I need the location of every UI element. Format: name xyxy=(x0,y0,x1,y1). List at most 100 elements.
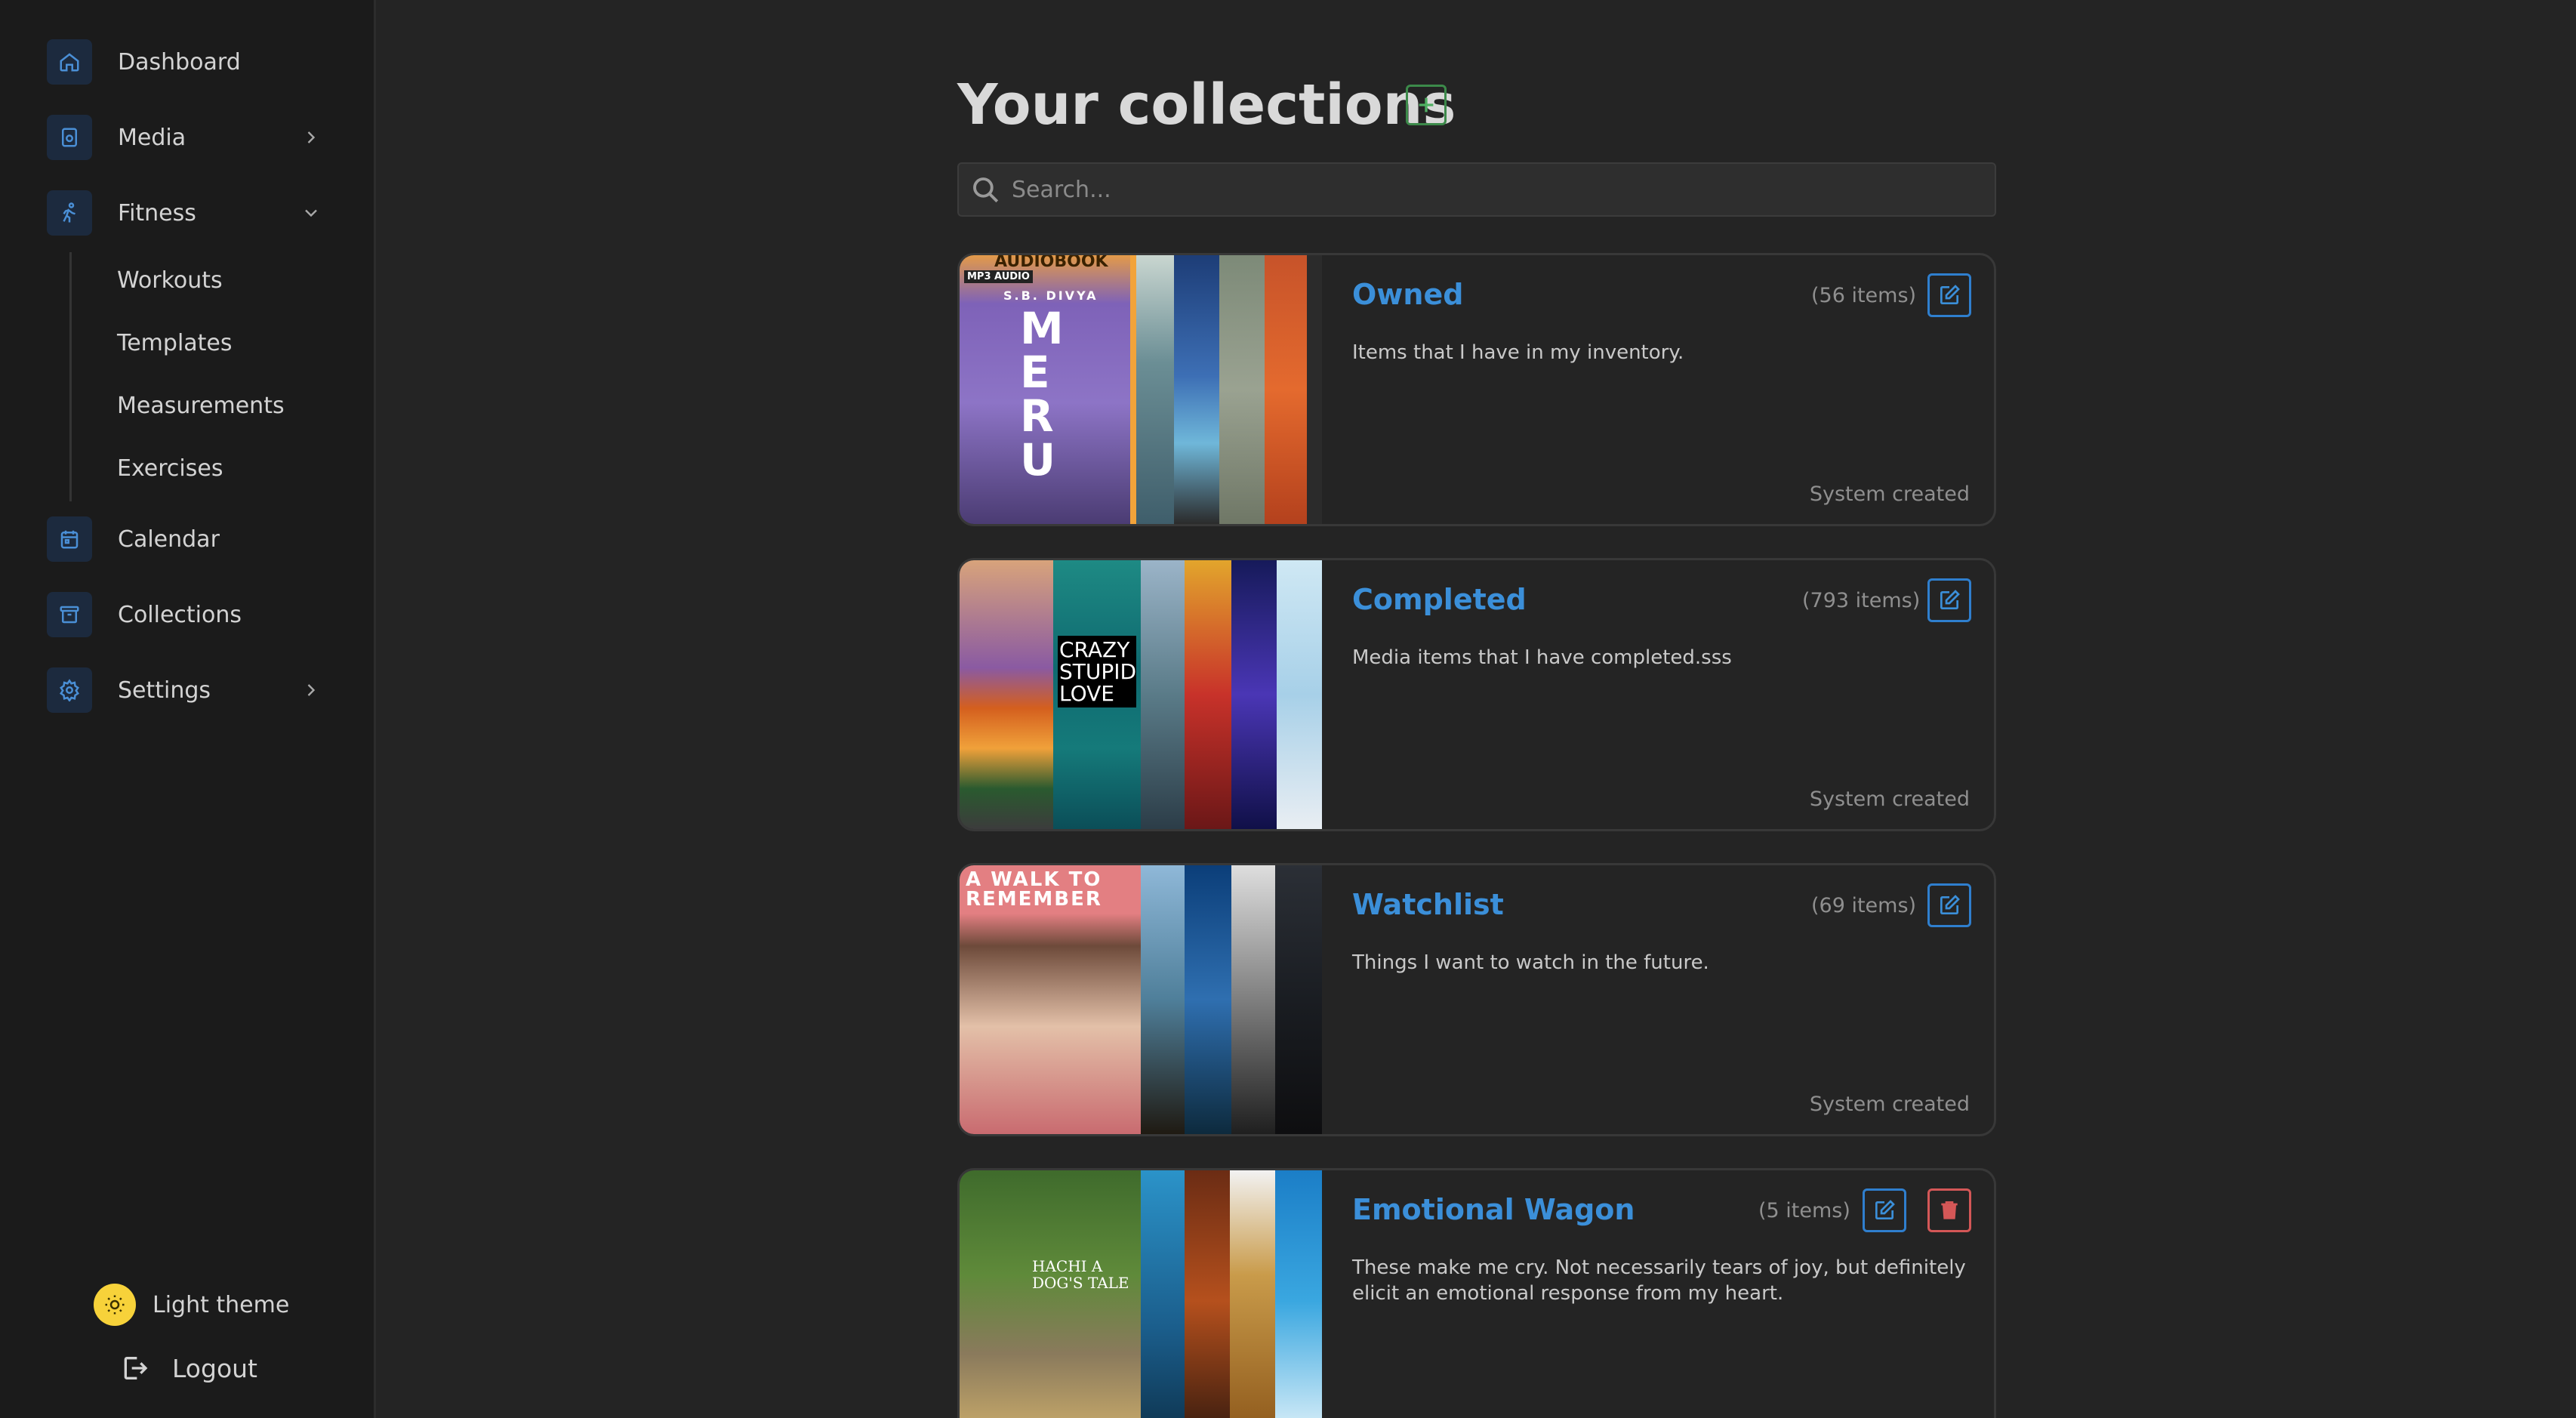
sidebar-item-collections[interactable]: Collections xyxy=(47,590,329,639)
logout-icon xyxy=(124,1357,148,1379)
poster-image xyxy=(1230,1170,1275,1418)
poster-image xyxy=(1185,865,1231,1134)
collection-count: (69 items) xyxy=(1811,894,1917,917)
sidebar-item-label: Settings xyxy=(118,677,211,704)
poster-image: A WALK TO REMEMBER xyxy=(960,865,1141,1134)
collection-footer: System created xyxy=(1809,788,1970,811)
chevron-down-icon xyxy=(305,209,317,217)
sidebar-item-label: Dashboard xyxy=(118,48,241,76)
collection-posters: AUDIOBOOK MP3 AUDIO S.B. DIVYA MERU xyxy=(960,255,1322,524)
search-input[interactable] xyxy=(1012,176,1995,203)
poster-title: HACHI A DOG'S TALE xyxy=(1032,1257,1129,1292)
edit-collection-button[interactable] xyxy=(1927,883,1971,927)
collection-description: These make me cry. Not necessarily tears… xyxy=(1352,1256,1966,1305)
logout-button[interactable]: Logout xyxy=(119,1353,257,1383)
edit-icon xyxy=(1940,895,1960,914)
poster-image xyxy=(1275,1170,1322,1418)
collection-description: Media items that I have completed.sss xyxy=(1352,646,1732,669)
sidebar-item-dashboard[interactable]: Dashboard xyxy=(47,38,329,86)
poster-image: HACHI A DOG'S TALE xyxy=(960,1170,1141,1418)
media-icon xyxy=(47,115,92,160)
sidebar-item-media[interactable]: Media xyxy=(47,113,329,162)
poster-image xyxy=(1307,255,1322,524)
sidebar-item-label: Collections xyxy=(118,601,242,628)
collection-count: (5 items) xyxy=(1758,1199,1850,1222)
poster-caption: S.B. DIVYA xyxy=(1003,288,1098,303)
subnav-divider xyxy=(69,252,72,501)
collection-card-emotional-wagon: HACHI A DOG'S TALE Emotional Wagon (5 it… xyxy=(957,1168,1996,1418)
sidebar-item-label: Fitness xyxy=(118,199,196,227)
sidebar-subitem-workouts[interactable]: Workouts xyxy=(117,267,223,294)
edit-icon xyxy=(1940,285,1960,304)
collection-name[interactable]: Emotional Wagon xyxy=(1352,1193,1635,1226)
collection-name[interactable]: Completed xyxy=(1352,583,1527,616)
poster-image xyxy=(1141,1170,1185,1418)
poster-image xyxy=(1231,560,1277,829)
gear-icon xyxy=(47,667,92,713)
sidebar-subitem-templates[interactable]: Templates xyxy=(117,330,233,356)
collection-description: Things I want to watch in the future. xyxy=(1352,951,1709,974)
poster-image xyxy=(1136,255,1174,524)
collection-name[interactable]: Owned xyxy=(1352,278,1463,311)
poster-image xyxy=(1185,1170,1230,1418)
sidebar-item-calendar[interactable]: Calendar xyxy=(47,515,329,563)
sidebar-item-label: Media xyxy=(118,124,186,151)
chevron-right-icon xyxy=(307,131,316,143)
theme-toggle[interactable]: Light theme xyxy=(94,1284,289,1326)
poster-image xyxy=(1277,560,1322,829)
poster-image xyxy=(1141,560,1185,829)
edit-collection-button[interactable] xyxy=(1927,273,1971,317)
poster-caption: AUDIOBOOK xyxy=(994,255,1108,271)
poster-image: CRAZY STUPID LOVE xyxy=(1053,560,1141,829)
collection-card-completed: CRAZY STUPID LOVE Completed (793 items) … xyxy=(957,558,1996,831)
sidebar-subitem-exercises[interactable]: Exercises xyxy=(117,455,223,482)
collection-posters: HACHI A DOG'S TALE xyxy=(960,1170,1322,1418)
logout-label: Logout xyxy=(172,1353,257,1383)
poster-title: CRAZY STUPID LOVE xyxy=(1058,636,1137,707)
sidebar: Dashboard Media Fitness Workouts Templat… xyxy=(0,0,376,1418)
poster-title: MERU xyxy=(1020,303,1064,486)
sidebar-subitem-measurements[interactable]: Measurements xyxy=(117,393,285,419)
poster-image xyxy=(1231,865,1275,1134)
poster-image xyxy=(1219,255,1265,524)
plus-icon xyxy=(1419,97,1434,113)
page-title: Your collections xyxy=(957,72,1456,137)
poster-caption: MP3 AUDIO xyxy=(964,270,1033,283)
collection-description: Items that I have in my inventory. xyxy=(1352,341,1684,364)
add-collection-button[interactable] xyxy=(1406,85,1447,125)
sidebar-item-settings[interactable]: Settings xyxy=(47,666,329,714)
edit-collection-button[interactable] xyxy=(1863,1188,1906,1232)
collection-card-watchlist: A WALK TO REMEMBER Watchlist (69 items) … xyxy=(957,863,1996,1136)
poster-image: AUDIOBOOK MP3 AUDIO S.B. DIVYA MERU xyxy=(960,255,1130,524)
poster-image xyxy=(1174,255,1219,524)
collection-footer: System created xyxy=(1809,482,1970,506)
collection-card-owned: AUDIOBOOK MP3 AUDIO S.B. DIVYA MERU Owne… xyxy=(957,253,1996,526)
sun-icon xyxy=(94,1284,136,1326)
search-icon xyxy=(973,177,999,203)
collection-posters: CRAZY STUPID LOVE xyxy=(960,560,1322,829)
edit-collection-button[interactable] xyxy=(1927,578,1971,622)
delete-collection-button[interactable] xyxy=(1927,1188,1971,1232)
edit-icon xyxy=(1940,590,1960,609)
archive-icon xyxy=(47,592,92,637)
chevron-right-icon xyxy=(307,684,316,696)
poster-image xyxy=(1185,560,1231,829)
poster-image xyxy=(1275,865,1322,1134)
theme-toggle-label: Light theme xyxy=(153,1291,290,1318)
collection-name[interactable]: Watchlist xyxy=(1352,888,1504,921)
edit-icon xyxy=(1875,1200,1895,1219)
calendar-icon xyxy=(47,516,92,562)
collection-posters: A WALK TO REMEMBER xyxy=(960,865,1322,1134)
poster-title: A WALK TO REMEMBER xyxy=(966,868,1102,911)
poster-image xyxy=(960,560,1053,829)
poster-image xyxy=(1265,255,1307,524)
collection-count: (56 items) xyxy=(1811,284,1917,307)
collection-count: (793 items) xyxy=(1802,589,1921,612)
collection-footer: System created xyxy=(1809,1093,1970,1116)
sidebar-item-label: Calendar xyxy=(118,526,220,553)
poster-image xyxy=(1141,865,1185,1134)
search-bar xyxy=(957,162,1996,217)
trash-icon xyxy=(1941,1201,1958,1219)
sidebar-item-fitness[interactable]: Fitness xyxy=(47,189,329,237)
run-icon xyxy=(47,190,92,236)
